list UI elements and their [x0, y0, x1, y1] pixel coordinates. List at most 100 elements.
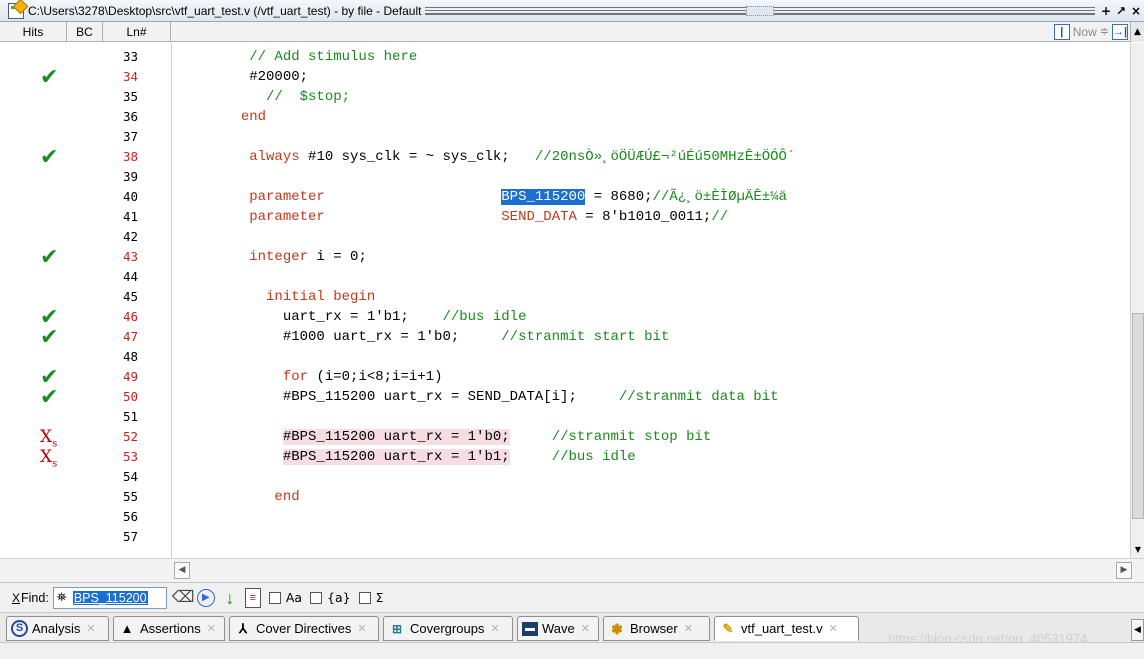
scroll-down-button[interactable]: ▼ — [1131, 542, 1144, 558]
close-tab-icon[interactable]: ✕ — [829, 622, 838, 635]
close-tab-icon[interactable]: ✕ — [581, 622, 590, 635]
code-line[interactable]: Xs 53 #BPS_115200 uart_rx = 1'b1; //bus i… — [0, 447, 1130, 469]
find-next-icon[interactable]: ↓ — [220, 588, 240, 608]
source-text: integer i = 0; — [182, 247, 367, 267]
tab-cover-directives[interactable]: ⅄ Cover Directives ✕ — [229, 616, 379, 641]
code-line[interactable]: 57 — [0, 527, 1130, 547]
match-case-checkbox[interactable] — [268, 591, 281, 604]
undock-button[interactable]: ↗ — [1114, 4, 1128, 18]
code-line[interactable]: ✔ 49 for (i=0;i<8;i=i+1) — [0, 367, 1130, 389]
whole-word-checkbox[interactable] — [310, 591, 323, 604]
code-keyword: end — [240, 109, 267, 125]
code-line[interactable]: 48 — [0, 347, 1130, 367]
tab-label: Analysis — [32, 621, 81, 636]
code-line[interactable]: ✔ 34 #20000; — [0, 67, 1130, 89]
tab-label: vtf_uart_test.v — [741, 621, 823, 636]
hits-cell — [40, 347, 70, 367]
tab-analysis[interactable]: S Analysis ✕ — [6, 616, 109, 641]
covergroups-icon: ⊞ — [391, 621, 403, 636]
code-line[interactable]: 40 parameter BPS_115200 = 8680;//Ã¿¸ö±ÈÌ… — [0, 187, 1130, 207]
regex-option[interactable]: Σ — [358, 590, 384, 605]
hits-cell — [40, 287, 70, 307]
go-to-start-icon[interactable]: |← — [1053, 23, 1070, 52]
source-text: #20000; — [182, 67, 308, 87]
code-line[interactable]: ✔ 47 #1000 uart_rx = 1'b0; //stranmit sta… — [0, 327, 1130, 349]
match-case-option[interactable]: Aa — [268, 590, 302, 605]
vertical-scroll-thumb[interactable] — [1132, 313, 1144, 519]
column-header: Hits BC Ln# |← Now ≑ →| ▲ — [0, 21, 1144, 52]
code-line[interactable]: 41 parameter SEND_DATA = 8'b1010_0011;// — [0, 207, 1130, 227]
scroll-right-button[interactable]: ▶ — [1116, 562, 1132, 579]
code-line[interactable]: ✔ 38 always #10 sys_clk = ~ sys_clk; //20… — [0, 145, 1130, 170]
scroll-left-button[interactable]: ◀ — [174, 562, 190, 579]
code-line[interactable]: 44 — [0, 267, 1130, 287]
whole-word-option[interactable]: {a} — [310, 590, 351, 605]
code-line[interactable]: 35 // $stop; — [0, 87, 1130, 107]
code-line[interactable]: 37 — [0, 127, 1130, 147]
covered-check-icon: ✔ — [40, 145, 59, 170]
code-comment: // $stop; — [266, 89, 351, 105]
close-tab-icon[interactable]: ✕ — [86, 622, 95, 635]
line-number: 35 — [122, 89, 138, 104]
drag-grip[interactable] — [746, 5, 775, 16]
tab-wave[interactable]: ▬ Wave ✕ — [517, 616, 599, 641]
close-find-button[interactable]: X — [12, 591, 20, 605]
code-comment: //stranmit data bit — [618, 389, 779, 405]
code-keyword: always — [249, 149, 300, 165]
hits-cell — [40, 107, 70, 127]
tab-assertions[interactable]: ▲ Assertions ✕ — [113, 616, 225, 641]
hits-column-header[interactable]: Hits — [0, 21, 67, 42]
code-line[interactable]: 45 initial begin — [0, 287, 1130, 307]
vertical-scrollbar[interactable]: ▼ — [1130, 43, 1144, 558]
regex-checkbox[interactable] — [358, 591, 371, 604]
wave-icon: ▬ — [522, 621, 538, 636]
clear-find-icon[interactable]: ⌫ — [172, 588, 195, 608]
code-line[interactable]: 54 — [0, 467, 1130, 487]
find-input[interactable]: ⛯ BPS_115200 — [52, 586, 167, 609]
bookmark-all-icon[interactable]: ≡ — [244, 587, 261, 608]
line-number: 48 — [122, 349, 138, 364]
find-input-value[interactable]: BPS_115200 — [72, 590, 148, 605]
tab-vtf-uart-test[interactable]: ✎ vtf_uart_test.v ✕ — [714, 616, 859, 641]
code-line[interactable]: 55 end — [0, 487, 1130, 507]
code-line[interactable]: 36 end — [0, 107, 1130, 127]
hits-cell — [40, 167, 70, 187]
close-tab-icon[interactable]: ✕ — [207, 622, 216, 635]
scroll-up-button[interactable]: ▲ — [1130, 21, 1144, 42]
source-text: parameter BPS_115200 = 8680;//Ã¿¸ö±ÈÌØµÄ… — [182, 187, 787, 207]
tab-covergroups[interactable]: ⊞ Covergroups ✕ — [383, 616, 513, 641]
tab-browser[interactable]: ❃ Browser ✕ — [603, 616, 710, 641]
hits-cell — [40, 187, 70, 207]
close-tab-icon[interactable]: ✕ — [357, 622, 366, 635]
dock-button[interactable]: + — [1099, 4, 1113, 18]
find-previous-icon[interactable]: ▶ — [196, 588, 215, 607]
horizontal-scrollbar[interactable]: ◀ ▶ — [171, 558, 1144, 582]
hits-cell — [40, 87, 70, 107]
code-line[interactable]: 56 — [0, 507, 1130, 527]
code-line[interactable]: 42 — [0, 227, 1130, 247]
code-line[interactable]: 51 — [0, 407, 1130, 427]
code-text: #20000; — [182, 69, 309, 85]
close-tab-icon[interactable]: ✕ — [684, 622, 693, 635]
code-line[interactable]: Xs 52 #BPS_115200 uart_rx = 1'b0; //stran… — [0, 427, 1130, 449]
code-line[interactable]: ✔ 50 #BPS_115200 uart_rx = SEND_DATA[i]; … — [0, 387, 1130, 409]
code-line[interactable]: ✔ 43 integer i = 0; — [0, 247, 1130, 269]
code-line[interactable]: ✔ 46 uart_rx = 1'b1; //bus idle — [0, 307, 1130, 329]
now-step-icon[interactable]: ≑ — [1100, 25, 1112, 38]
close-tab-icon[interactable]: ✕ — [490, 622, 499, 635]
code-text: i = 0; — [308, 249, 367, 265]
code-line[interactable]: 39 — [0, 167, 1130, 187]
tab-scroll-left-button[interactable]: ◀ — [1131, 619, 1144, 641]
source-code-view[interactable]: 33 // Add stimulus here ✔ 34 #20000; 35 // … — [0, 43, 1130, 558]
line-number: 47 — [122, 329, 138, 344]
code-comment: //bus idle — [551, 449, 636, 465]
close-window-button[interactable]: × — [1129, 4, 1143, 18]
bc-column-header[interactable]: BC — [67, 21, 103, 42]
source-text: #BPS_115200 uart_rx = 1'b1; //bus idle — [182, 447, 636, 467]
line-number: 40 — [122, 189, 138, 204]
title-drag-handle[interactable] — [425, 5, 1095, 16]
code-line[interactable]: 33 // Add stimulus here — [0, 47, 1130, 67]
line-number-column-header[interactable]: Ln# — [103, 21, 171, 42]
go-to-end-icon[interactable]: →| — [1112, 23, 1128, 40]
